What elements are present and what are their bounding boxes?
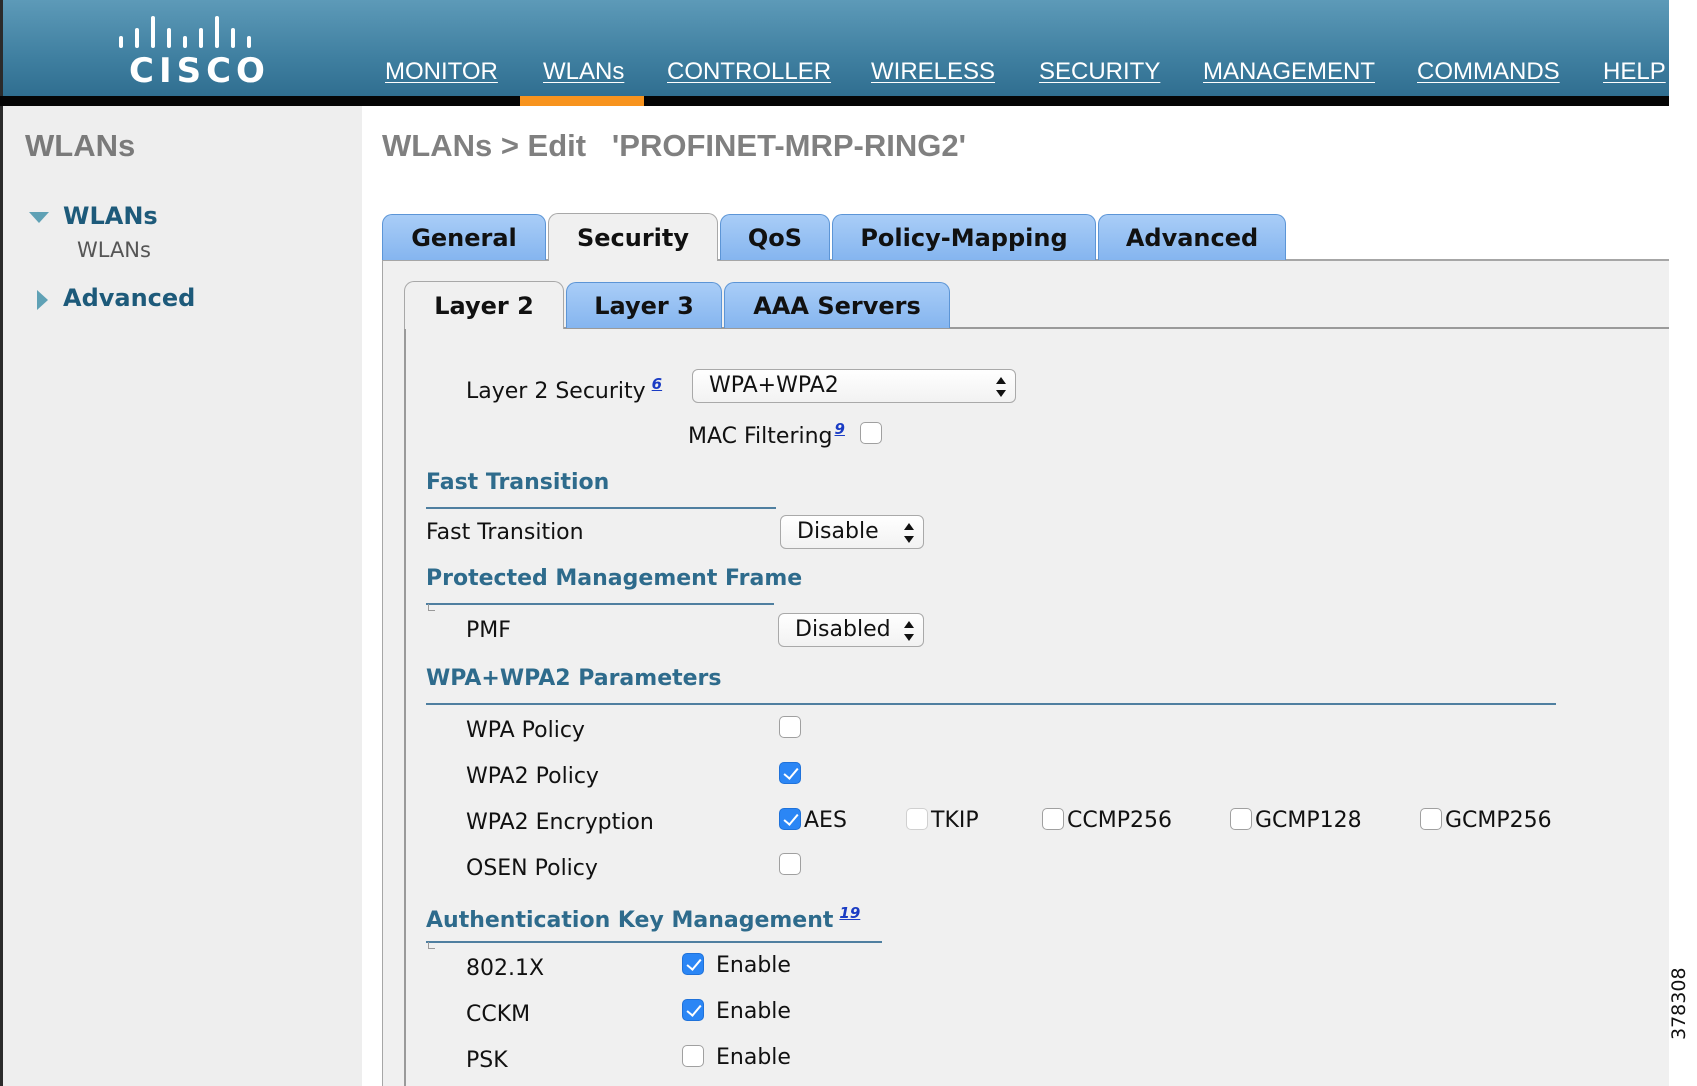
sidebar-item-advanced[interactable]: Advanced — [63, 284, 195, 312]
corner-mark — [428, 942, 435, 949]
tab-general[interactable]: General — [382, 214, 546, 260]
footnote-9-link[interactable]: 9 — [835, 420, 845, 438]
layer2-security-value: WPA+WPA2 — [709, 373, 839, 398]
wpa2-policy-checkbox[interactable] — [779, 762, 801, 784]
akm-cckm-checkbox[interactable] — [682, 999, 704, 1021]
ccmp256-label: CCMP256 — [1067, 808, 1172, 833]
akm-cckm-enable-label: Enable — [716, 999, 791, 1024]
tkip-checkbox[interactable] — [906, 808, 928, 830]
nav-help[interactable]: HELP — [1603, 58, 1666, 86]
sidebar: WLANs WLANs WLANs Advanced — [0, 106, 362, 1086]
top-header: CISCO MONITOR WLANs CONTROLLER WIRELESS … — [0, 0, 1669, 106]
select-arrows-icon — [904, 523, 914, 543]
fast-transition-heading: Fast Transition — [426, 470, 610, 495]
wpa-parameters-heading: WPA+WPA2 Parameters — [426, 666, 722, 691]
footnote-6-link[interactable]: 6 — [652, 375, 662, 393]
layer2-panel — [404, 328, 1669, 1086]
layer2-security-select[interactable]: WPA+WPA2 — [692, 369, 1016, 403]
nav-commands[interactable]: COMMANDS — [1417, 58, 1560, 86]
footnote-19-link[interactable]: 19 — [839, 904, 860, 922]
page-title: WLANs > Edit 'PROFINET-MRP-RING2' — [382, 128, 966, 163]
corner-mark — [428, 604, 435, 611]
pmf-rule — [426, 603, 774, 605]
pmf-label: PMF — [466, 618, 511, 643]
akm-heading: Authentication Key Management 19 — [426, 904, 860, 933]
gcmp256-label: GCMP256 — [1445, 808, 1552, 833]
osen-policy-checkbox[interactable] — [779, 853, 801, 875]
pmf-heading: Protected Management Frame — [426, 566, 803, 591]
fast-transition-select[interactable]: Disable — [780, 515, 924, 549]
tab-security[interactable]: Security — [548, 213, 718, 261]
nav-management[interactable]: MANAGEMENT — [1203, 58, 1375, 86]
akm-heading-text: Authentication Key Management — [426, 908, 834, 933]
cisco-logo-text: CISCO — [129, 51, 270, 91]
tab-policy-mapping[interactable]: Policy-Mapping — [832, 214, 1096, 260]
sidebar-item-wlans[interactable]: WLANs — [63, 202, 158, 230]
tab-qos[interactable]: QoS — [720, 214, 830, 260]
gcmp256-checkbox[interactable] — [1420, 808, 1442, 830]
mac-filtering-label: MAC Filtering 9 — [688, 420, 845, 449]
tab-advanced[interactable]: Advanced — [1098, 214, 1286, 260]
akm-psk-checkbox[interactable] — [682, 1045, 704, 1067]
osen-policy-label: OSEN Policy — [466, 856, 598, 881]
fast-transition-value: Disable — [797, 519, 879, 544]
aes-label: AES — [804, 808, 847, 833]
layer2-security-label: Layer 2 Security 6 — [466, 375, 662, 404]
select-arrows-icon — [996, 377, 1006, 397]
akm-rule — [426, 941, 882, 943]
fast-transition-label: Fast Transition — [426, 520, 584, 545]
wpa-parameters-rule — [426, 703, 1556, 705]
gcmp128-checkbox[interactable] — [1230, 808, 1252, 830]
triangle-right-icon[interactable] — [37, 290, 48, 310]
akm-row-cckm-label: CCKM — [466, 1002, 531, 1027]
pmf-select[interactable]: Disabled — [778, 613, 924, 647]
nav-wireless[interactable]: WIRELESS — [871, 58, 995, 86]
header-bottom-bar — [0, 96, 1669, 106]
wpa-policy-label: WPA Policy — [466, 718, 585, 743]
subtab-layer2[interactable]: Layer 2 — [404, 281, 564, 329]
sidebar-title: WLANs — [25, 128, 136, 163]
pmf-value: Disabled — [795, 617, 891, 642]
sidebar-subitem-wlans[interactable]: WLANs — [77, 238, 151, 262]
right-margin — [1669, 0, 1697, 1086]
aes-checkbox[interactable] — [779, 808, 801, 830]
wpa2-policy-label: WPA2 Policy — [466, 764, 599, 789]
ccmp256-checkbox[interactable] — [1042, 808, 1064, 830]
mac-filtering-label-text: MAC Filtering — [688, 424, 833, 449]
figure-id: 378308 — [1668, 967, 1690, 1040]
cisco-logo-icon — [119, 16, 251, 48]
mac-filtering-checkbox[interactable] — [860, 422, 882, 444]
wpa-policy-checkbox[interactable] — [779, 716, 801, 738]
akm-psk-enable-label: Enable — [716, 1045, 791, 1070]
nav-active-indicator — [520, 96, 644, 106]
gcmp128-label: GCMP128 — [1255, 808, 1362, 833]
akm-8021x-enable-label: Enable — [716, 953, 791, 978]
nav-wlans[interactable]: WLANs — [543, 58, 624, 86]
nav-controller[interactable]: CONTROLLER — [667, 58, 831, 86]
layer2-security-label-text: Layer 2 Security — [466, 379, 646, 404]
nav-monitor[interactable]: MONITOR — [385, 58, 498, 86]
tkip-label: TKIP — [931, 808, 979, 833]
nav-security[interactable]: SECURITY — [1039, 58, 1160, 86]
triangle-down-icon[interactable] — [29, 212, 49, 223]
subtab-layer3[interactable]: Layer 3 — [566, 282, 722, 328]
akm-row-psk-label: PSK — [466, 1048, 508, 1073]
select-arrows-icon — [904, 621, 914, 641]
subtab-aaa-servers[interactable]: AAA Servers — [724, 282, 950, 328]
akm-8021x-checkbox[interactable] — [682, 953, 704, 975]
akm-row-8021x-label: 802.1X — [466, 956, 545, 981]
wpa2-encryption-label: WPA2 Encryption — [466, 810, 654, 835]
fast-transition-rule — [426, 507, 776, 509]
